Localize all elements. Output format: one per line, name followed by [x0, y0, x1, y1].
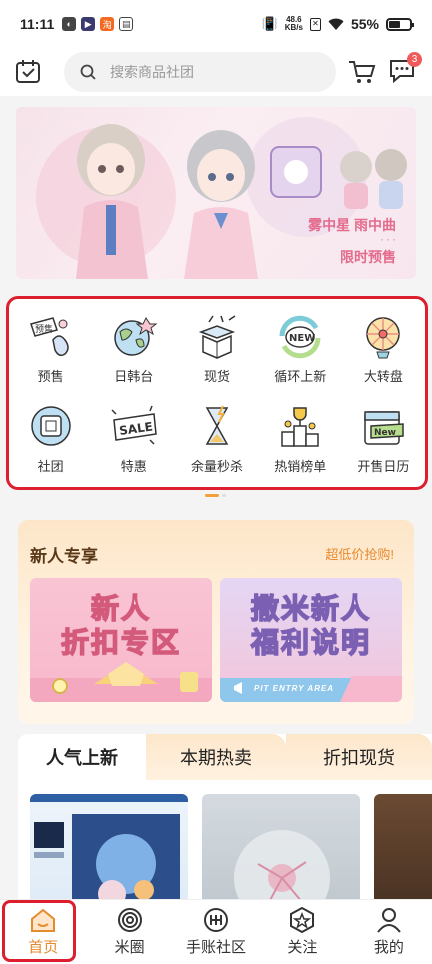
- presale-icon: 预售: [29, 316, 69, 356]
- category-cycle-new[interactable]: NEW 循环上新: [259, 303, 342, 393]
- newbie-title: 新人专享: [30, 547, 98, 566]
- app-notification-icon: ◐: [62, 17, 77, 31]
- category-grid: 预售 预售 日韩台 现货 NEW 循环上新 大转盘 社团 SALE 特惠 余量秒…: [9, 299, 425, 487]
- play-notification-icon: ▶: [81, 17, 96, 31]
- category-jk-tw[interactable]: 日韩台: [92, 303, 175, 393]
- bottom-nav: 首页 米圈 手账社区 关注 我的: [0, 899, 432, 964]
- category-calendar[interactable]: New 开售日历: [342, 393, 425, 483]
- new-calendar-icon: New: [364, 410, 405, 445]
- banner-text: 雾中星 雨中曲 · · · 限时预售: [308, 217, 396, 265]
- category-flash-sale[interactable]: 余量秒杀: [175, 393, 258, 483]
- svg-text:New: New: [374, 428, 396, 438]
- category-panel: 预售 预售 日韩台 现货 NEW 循环上新 大转盘 社团 SALE 特惠 余量秒…: [6, 296, 428, 490]
- person-icon: [377, 908, 401, 933]
- search-input[interactable]: 搜索商品社团: [64, 52, 336, 92]
- net-speed: 48.6 KB/s: [284, 15, 303, 32]
- category-sale[interactable]: SALE 特惠: [92, 393, 175, 483]
- category-bestseller[interactable]: 热销榜单: [259, 393, 342, 483]
- svg-text:NEW: NEW: [289, 333, 315, 344]
- newbie-more-link[interactable]: 超低价抢购!: [325, 544, 394, 563]
- newbie-section: 新人专享 超低价抢购! 新人 折扣专区 撒米新人 福利说明 PIT ENTRY …: [18, 520, 414, 724]
- tab-discount-stock[interactable]: 折扣现货: [286, 734, 432, 780]
- status-notification-icons: ◐ ▶ 淘 ▤: [62, 17, 134, 31]
- category-wheel[interactable]: 大转盘: [342, 303, 425, 393]
- globe-icon: [114, 316, 158, 356]
- message-button[interactable]: 3: [388, 51, 422, 88]
- tab-popular-new[interactable]: 人气上新: [18, 734, 146, 780]
- journal-icon: [204, 908, 229, 932]
- nav-home[interactable]: 首页: [0, 900, 86, 964]
- nav-circle[interactable]: 米圈: [86, 900, 172, 964]
- character-illustration-2: [184, 130, 258, 279]
- category-presale[interactable]: 预售 预售: [9, 303, 92, 393]
- newbie-welfare-card[interactable]: 撒米新人 福利说明 PIT ENTRY AREA: [220, 578, 402, 702]
- category-in-stock[interactable]: 现货: [175, 303, 258, 393]
- search-icon: [80, 64, 96, 80]
- status-right: 📳 48.6 KB/s ✕ 55%: [261, 15, 414, 32]
- new-cycle-icon: NEW: [279, 315, 321, 358]
- character-illustration: [76, 124, 148, 279]
- club-icon: [30, 405, 71, 446]
- home-icon: [31, 908, 56, 932]
- nav-mine[interactable]: 我的: [346, 900, 432, 964]
- category-page-indicator: [205, 494, 226, 497]
- newbie-discount-card[interactable]: 新人 折扣专区: [30, 578, 212, 702]
- category-club[interactable]: 社团: [9, 393, 92, 483]
- nav-journal-community[interactable]: 手账社区: [173, 900, 259, 964]
- tab-hot-sale[interactable]: 本期热卖: [146, 734, 286, 780]
- trophy-icon: [281, 406, 319, 447]
- box-notification-icon: ▤: [119, 17, 134, 31]
- cart-icon[interactable]: [348, 59, 376, 85]
- battery-text: 55%: [350, 16, 379, 32]
- status-bar: 11:11 ◐ ▶ 淘 ▤ 📳 48.6 KB/s ✕ 55%: [0, 0, 432, 48]
- product-tabs: 人气上新 本期热卖 折扣现货: [18, 734, 432, 780]
- wheel-icon: [366, 316, 401, 358]
- star-badge-icon: [290, 907, 315, 933]
- wifi-icon: [328, 18, 344, 30]
- nav-follow[interactable]: 关注: [259, 900, 345, 964]
- message-badge: 3: [407, 51, 422, 67]
- sim-off-icon: ✕: [309, 17, 321, 31]
- calendar-check-icon[interactable]: [14, 58, 42, 86]
- promo-banner[interactable]: 雾中星 雨中曲 · · · 限时预售: [16, 107, 416, 279]
- hourglass-icon: [205, 405, 229, 445]
- ring-icon: [117, 908, 142, 932]
- battery-icon: [386, 17, 414, 31]
- sale-tag-icon: SALE: [111, 405, 157, 445]
- search-placeholder: 搜索商品社团: [110, 64, 194, 80]
- mini-characters-illustration: [270, 146, 407, 209]
- svg-text:预售: 预售: [35, 323, 53, 335]
- shop-notification-icon: 淘: [100, 17, 115, 31]
- vibrate-icon: 📳: [261, 16, 278, 31]
- status-time: 11:11: [20, 16, 55, 32]
- app-header: 搜索商品社团 3: [0, 48, 432, 96]
- gift-box-icon: [198, 314, 236, 359]
